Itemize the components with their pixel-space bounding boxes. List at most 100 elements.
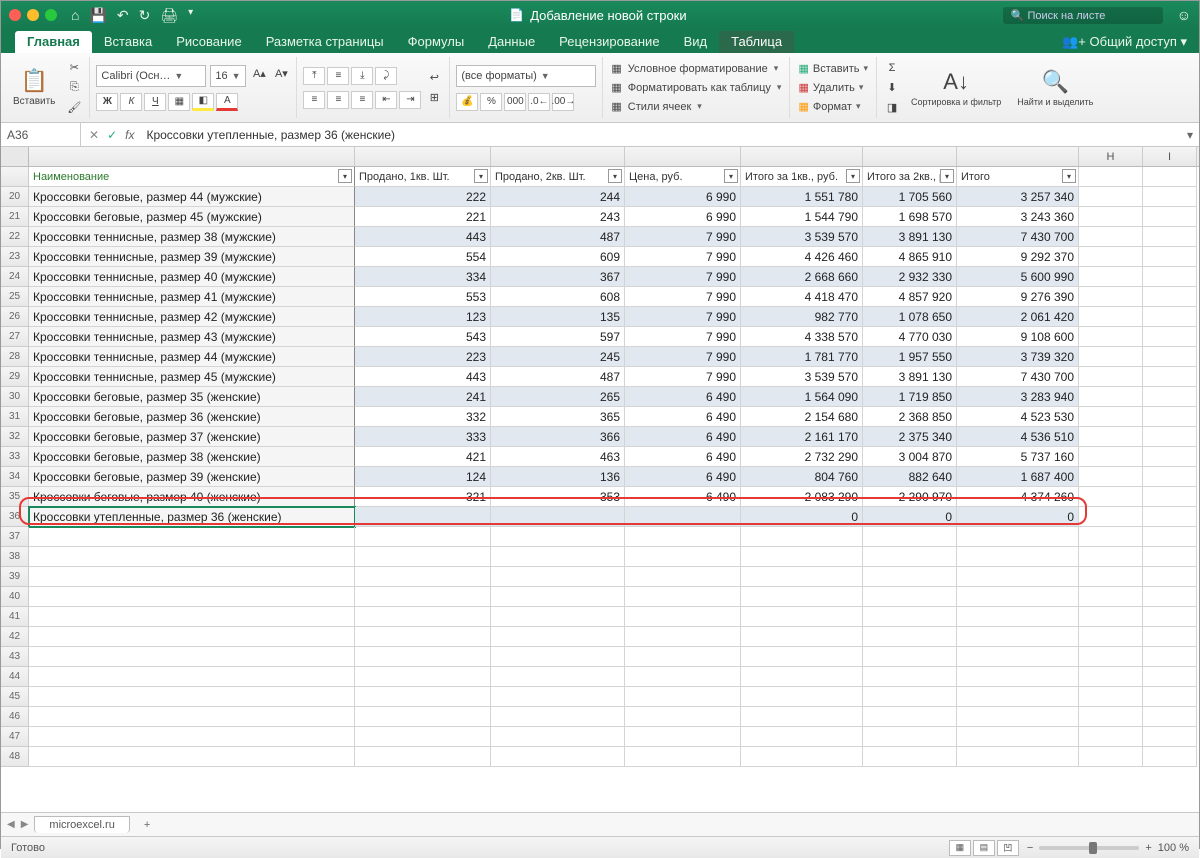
cell-value[interactable]: 135	[491, 307, 625, 327]
cell-value[interactable]: 554	[355, 247, 491, 267]
cell-value[interactable]: 1 551 780	[741, 187, 863, 207]
cell-name[interactable]: Кроссовки утепленные, размер 36 (женские…	[29, 507, 355, 527]
search-input[interactable]: 🔍 Поиск на листе	[1003, 7, 1163, 24]
delete-cells-button[interactable]: ▦ Удалить ▾	[796, 80, 870, 95]
cell-value[interactable]: 123	[355, 307, 491, 327]
worksheet[interactable]: H I Наименование▾Продано, 1кв. Шт.▾Прода…	[1, 147, 1199, 812]
page-break-view-icon[interactable]: 凹	[997, 840, 1019, 856]
filter-icon[interactable]: ▾	[474, 169, 488, 183]
cell-value[interactable]: 553	[355, 287, 491, 307]
redo-icon[interactable]: ↻	[139, 7, 151, 24]
find-select-button[interactable]: 🔍Найти и выделить	[1011, 67, 1099, 109]
cell-name[interactable]: Кроссовки теннисные, размер 41 (мужские)	[29, 287, 355, 307]
cell-value[interactable]: 1 078 650	[863, 307, 957, 327]
cell-value[interactable]: 608	[491, 287, 625, 307]
currency-icon[interactable]: 💰	[456, 93, 478, 111]
decrease-font-icon[interactable]: A▾	[272, 65, 290, 83]
tab-layout[interactable]: Разметка страницы	[254, 31, 396, 53]
font-color-button[interactable]: A	[216, 93, 238, 111]
cell-value[interactable]: 1 698 570	[863, 207, 957, 227]
zoom-in-button[interactable]: +	[1145, 842, 1151, 854]
cell-value[interactable]: 487	[491, 227, 625, 247]
cell-name[interactable]: Кроссовки беговые, размер 44 (мужские)	[29, 187, 355, 207]
cell-value[interactable]: 2 061 420	[957, 307, 1079, 327]
cell-value[interactable]: 222	[355, 187, 491, 207]
percent-icon[interactable]: %	[480, 93, 502, 111]
cell-value[interactable]: 0	[741, 507, 863, 527]
tab-insert[interactable]: Вставка	[92, 31, 164, 53]
cell-value[interactable]: 7 990	[625, 267, 741, 287]
insert-cells-button[interactable]: ▦ Вставить ▾	[796, 61, 870, 76]
confirm-formula-icon[interactable]: ✓	[107, 128, 117, 142]
increase-font-icon[interactable]: A▴	[250, 65, 268, 83]
cell-name[interactable]: Кроссовки теннисные, размер 42 (мужские)	[29, 307, 355, 327]
cell-value[interactable]: 0	[863, 507, 957, 527]
cell-name[interactable]: Кроссовки теннисные, размер 40 (мужские)	[29, 267, 355, 287]
cell-value[interactable]: 2 932 330	[863, 267, 957, 287]
tab-table[interactable]: Таблица	[719, 31, 794, 53]
cell-value[interactable]: 882 640	[863, 467, 957, 487]
table-header[interactable]: Цена, руб.▾	[625, 167, 741, 187]
cell-value[interactable]: 2 290 970	[863, 487, 957, 507]
comma-icon[interactable]: 000	[504, 93, 526, 111]
cell-name[interactable]: Кроссовки беговые, размер 36 (женские)	[29, 407, 355, 427]
cancel-formula-icon[interactable]: ✕	[89, 128, 99, 142]
cell-value[interactable]: 1 719 850	[863, 387, 957, 407]
decrease-decimal-icon[interactable]: .00→	[552, 93, 574, 111]
format-cells-button[interactable]: ▦ Формат ▾	[796, 99, 870, 114]
cell-value[interactable]: 334	[355, 267, 491, 287]
align-top-icon[interactable]: ⤒	[303, 67, 325, 85]
table-header[interactable]: Итого▾	[957, 167, 1079, 187]
cell-value[interactable]: 9 108 600	[957, 327, 1079, 347]
cell-name[interactable]: Кроссовки беговые, размер 40 (женские)	[29, 487, 355, 507]
cell-name[interactable]: Кроссовки теннисные, размер 38 (мужские)	[29, 227, 355, 247]
cell-value[interactable]: 244	[491, 187, 625, 207]
sort-filter-button[interactable]: A↓Сортировка и фильтр	[905, 67, 1007, 109]
zoom-window-icon[interactable]	[45, 9, 57, 21]
cell-value[interactable]: 487	[491, 367, 625, 387]
cell-value[interactable]: 2 161 170	[741, 427, 863, 447]
cell-name[interactable]: Кроссовки беговые, размер 35 (женские)	[29, 387, 355, 407]
cell-value[interactable]: 223	[355, 347, 491, 367]
autosum-icon[interactable]: Σ	[883, 59, 901, 77]
cell-styles-button[interactable]: ▦ Стили ячеек ▾	[609, 99, 783, 114]
table-header[interactable]: Продано, 1кв. Шт.▾	[355, 167, 491, 187]
cell-value[interactable]: 6 490	[625, 427, 741, 447]
cell-name[interactable]: Кроссовки теннисные, размер 44 (мужские)	[29, 347, 355, 367]
cell-value[interactable]: 332	[355, 407, 491, 427]
cell-value[interactable]: 2 375 340	[863, 427, 957, 447]
cell-value[interactable]: 4 338 570	[741, 327, 863, 347]
name-box[interactable]: A36	[1, 123, 81, 146]
col-header-i[interactable]: I	[1143, 147, 1197, 166]
cell-value[interactable]: 2 732 290	[741, 447, 863, 467]
paste-button[interactable]: 📋Вставить	[7, 66, 61, 109]
cell-value[interactable]: 3 243 360	[957, 207, 1079, 227]
cell-value[interactable]: 353	[491, 487, 625, 507]
cell-value[interactable]: 597	[491, 327, 625, 347]
cell-name[interactable]: Кроссовки беговые, размер 39 (женские)	[29, 467, 355, 487]
table-header[interactable]: Продано, 2кв. Шт.▾	[491, 167, 625, 187]
cell-value[interactable]: 245	[491, 347, 625, 367]
cell-value[interactable]: 221	[355, 207, 491, 227]
col-header-h[interactable]: H	[1079, 147, 1143, 166]
minimize-window-icon[interactable]	[27, 9, 39, 21]
cell-value[interactable]: 3 004 870	[863, 447, 957, 467]
font-name-select[interactable]: Calibri (Осн…▼	[96, 65, 206, 87]
cell-value[interactable]: 6 490	[625, 467, 741, 487]
normal-view-icon[interactable]: ▦	[949, 840, 971, 856]
filter-icon[interactable]: ▾	[338, 169, 352, 183]
cell-value[interactable]: 365	[491, 407, 625, 427]
merge-cells-icon[interactable]: ⊞	[425, 89, 443, 107]
page-layout-view-icon[interactable]: ▤	[973, 840, 995, 856]
cell-name[interactable]: Кроссовки теннисные, размер 45 (мужские)	[29, 367, 355, 387]
cell-value[interactable]: 333	[355, 427, 491, 447]
cell-value[interactable]: 2 368 850	[863, 407, 957, 427]
fx-icon[interactable]: fx	[125, 128, 134, 142]
italic-button[interactable]: К	[120, 93, 142, 111]
cell-value[interactable]: 4 857 920	[863, 287, 957, 307]
tab-data[interactable]: Данные	[476, 31, 547, 53]
zoom-level[interactable]: 100 %	[1158, 842, 1189, 854]
tab-review[interactable]: Рецензирование	[547, 31, 671, 53]
save-icon[interactable]: 💾	[89, 7, 106, 24]
indent-increase-icon[interactable]: ⇥	[399, 91, 421, 109]
